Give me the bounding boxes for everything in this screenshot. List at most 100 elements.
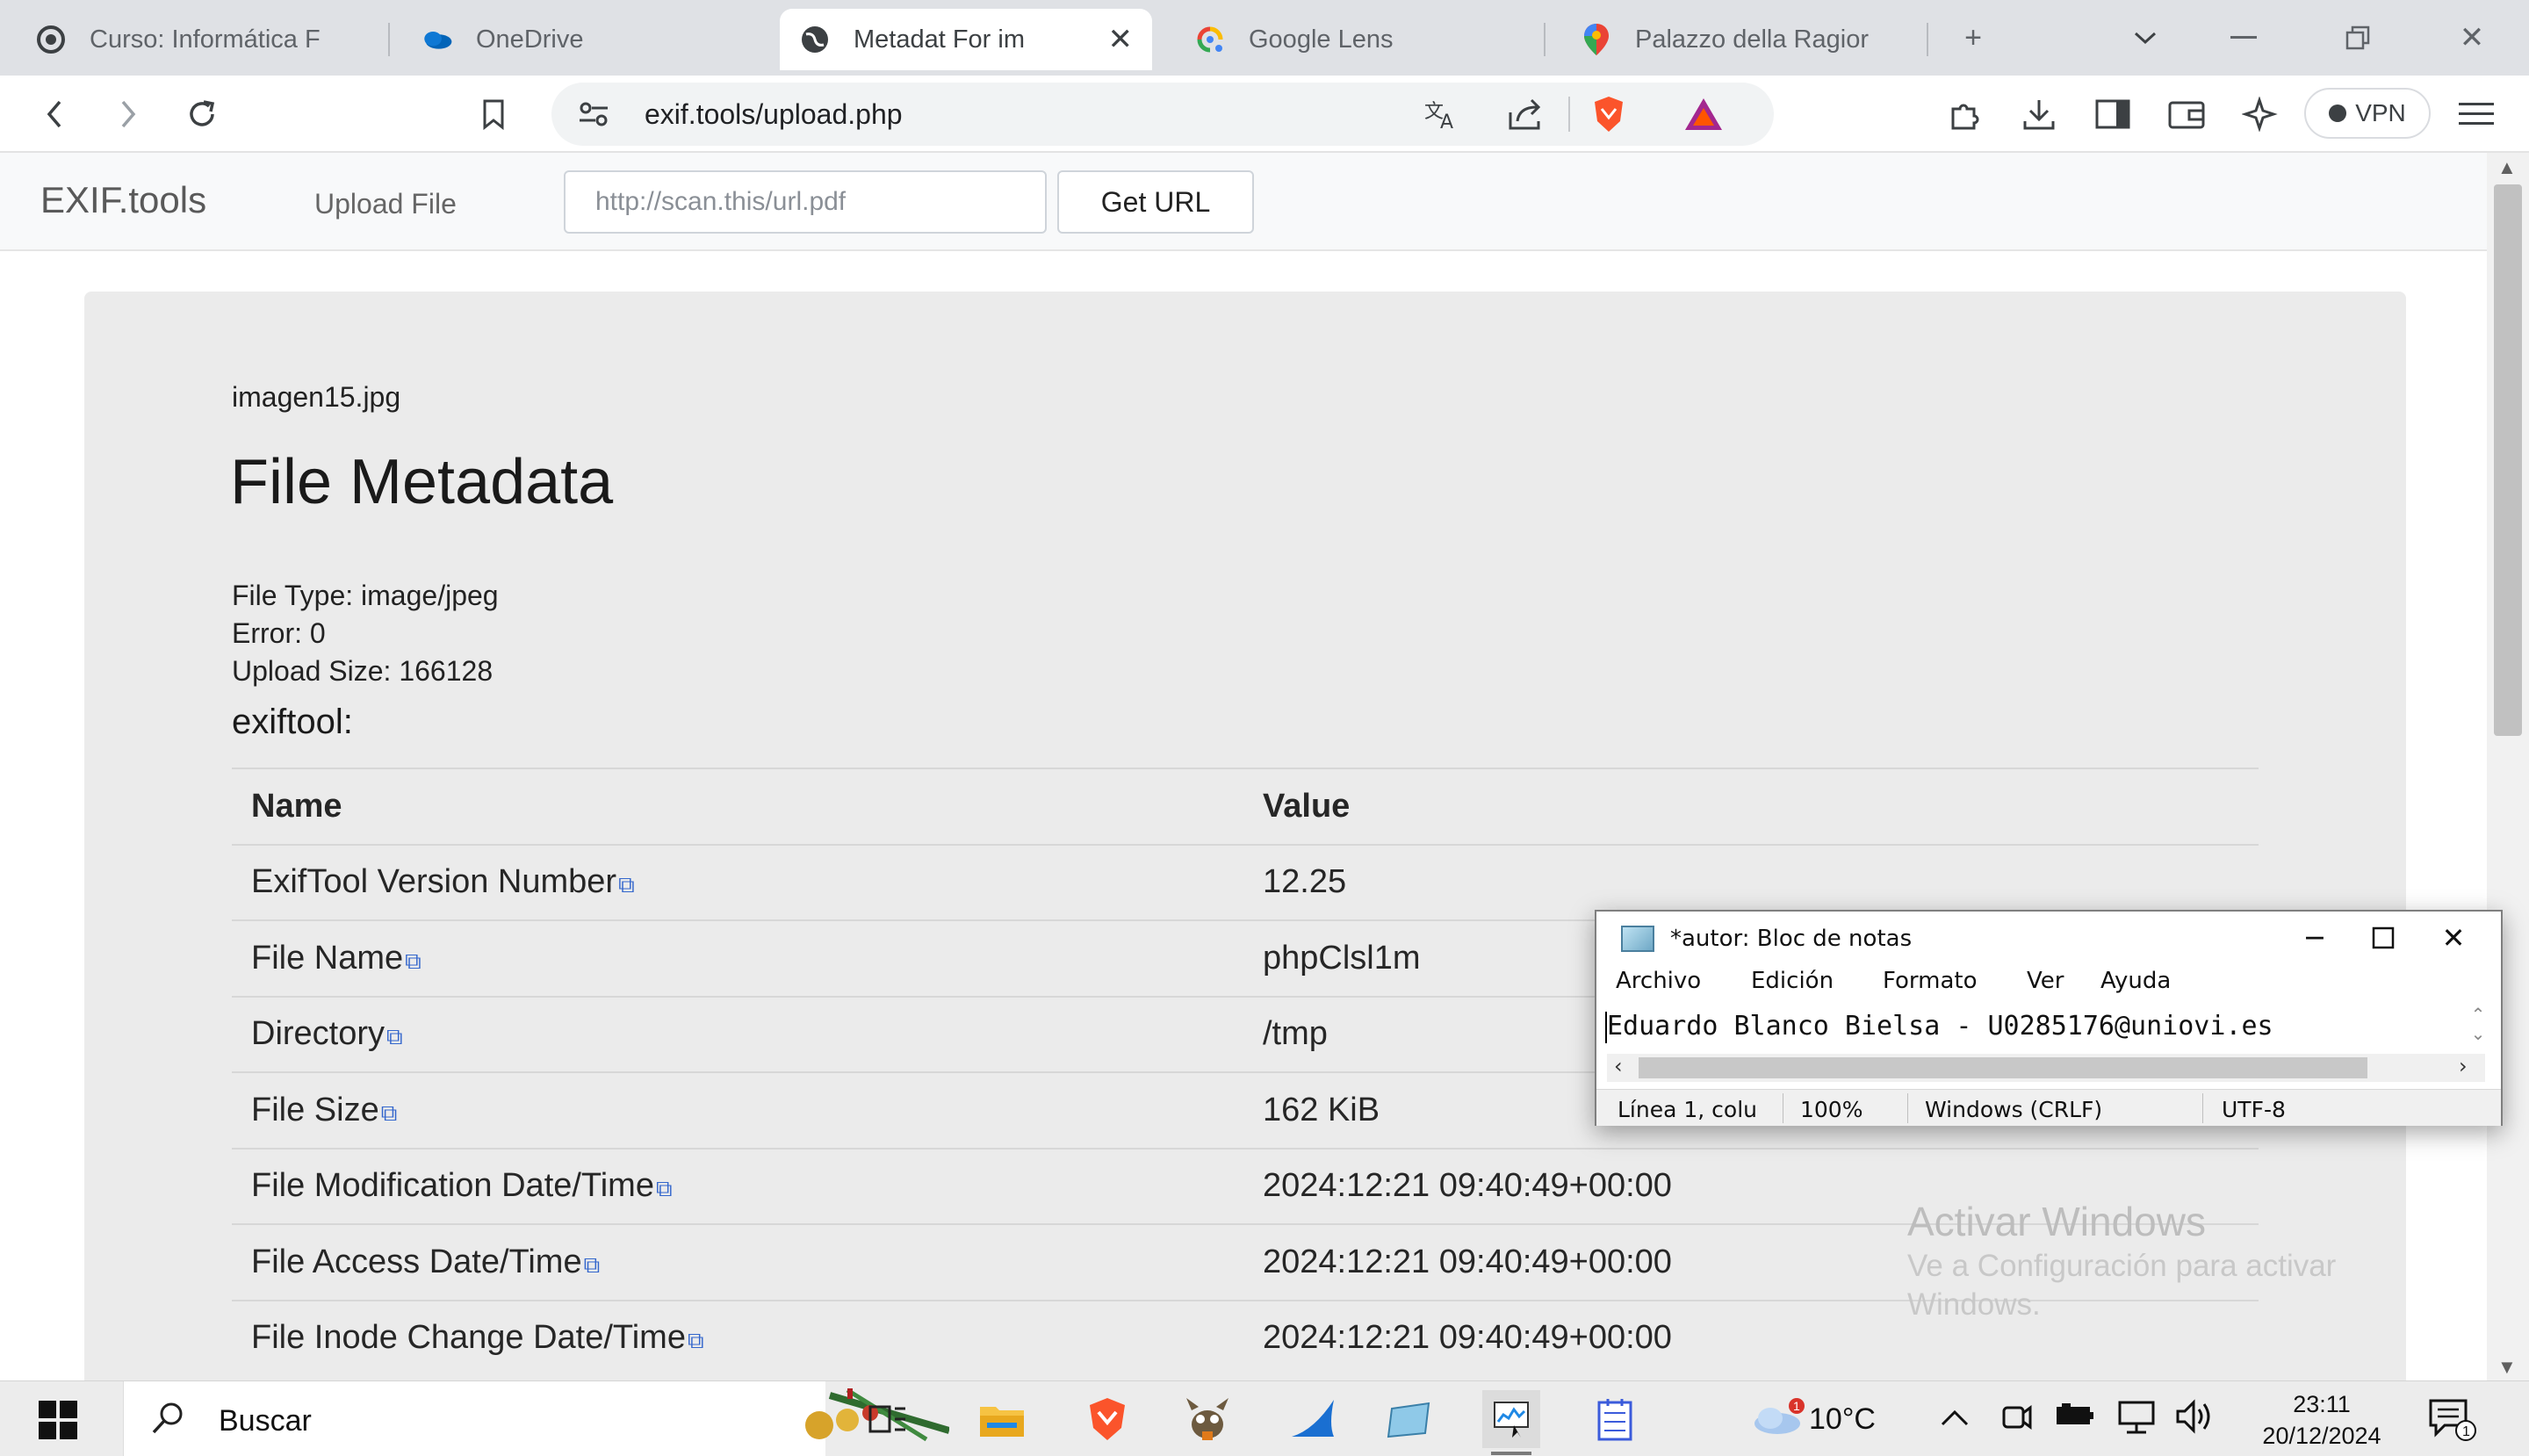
battery-icon[interactable] [2055,1399,2095,1436]
weather-cloud-icon[interactable]: 1 [1751,1397,1807,1436]
share-icon[interactable] [1505,93,1547,135]
gimp-icon[interactable] [1178,1390,1236,1448]
site-settings-icon[interactable] [573,93,615,135]
extensions-puzzle-icon[interactable] [1944,93,1986,135]
external-link-icon[interactable]: ⧉ [688,1327,704,1355]
external-link-icon[interactable]: ⧉ [405,948,422,976]
tab-google-lens[interactable]: Google Lens [1175,9,1526,70]
forward-arrow-icon[interactable] [107,93,149,135]
notebook-app-icon[interactable] [1586,1390,1644,1448]
tag-name: File Name⧉ [251,939,422,977]
notepad-minimize-icon[interactable]: ─ [2288,919,2341,957]
translate-icon[interactable]: 文A [1421,93,1463,135]
menu-ayuda[interactable]: Ayuda [2100,968,2171,994]
address-bar[interactable]: exif.tools/upload.php 文A [551,83,1774,146]
back-arrow-icon[interactable] [33,93,76,135]
meet-now-icon[interactable] [1999,1399,2034,1442]
external-link-icon[interactable]: ⧉ [656,1175,673,1203]
tab-search-chevron-icon[interactable] [2123,16,2167,60]
wireshark-fin-icon[interactable] [1284,1390,1342,1448]
omnibox-divider [1568,97,1570,132]
wallet-icon[interactable] [2165,93,2208,135]
hamburger-menu-icon[interactable] [2455,93,2497,135]
brave-browser-icon[interactable] [1078,1390,1136,1448]
temperature-text[interactable]: 10°C [1809,1402,1876,1437]
restore-window-icon[interactable] [2336,16,2380,60]
reload-icon[interactable] [181,93,223,135]
external-link-icon[interactable]: ⧉ [618,871,635,899]
windows-taskbar: Buscar 1 10°C 23:11 20/12/2024 1 [0,1380,2529,1456]
network-ethernet-icon[interactable] [2116,1399,2157,1442]
tag-value: 2024:12:21 09:40:49+00:00 [1263,1167,1672,1205]
vpn-label: VPN [2355,99,2406,126]
menu-formato[interactable]: Formato [1883,968,1978,994]
show-hidden-icons-chevron-icon[interactable] [1939,1399,1971,1436]
scan-url-input[interactable] [564,170,1047,234]
notepad-menubar: Archivo Edición Formato Ver Ayuda [1596,964,2501,1003]
notepad-close-icon[interactable]: ✕ [2427,919,2480,957]
new-tab-plus-icon[interactable]: + [1951,16,1995,60]
tab-metadata-active[interactable]: Metadat For im ✕ [780,9,1152,70]
sidebar-panel-icon[interactable] [2092,93,2134,135]
tag-name: File Access Date/Time⧉ [251,1243,601,1280]
scroll-up-arrow-icon[interactable]: ▲ [2497,156,2517,179]
download-icon[interactable] [2018,93,2060,135]
site-brand[interactable]: EXIF.tools [40,179,206,221]
notification-count: 1 [2462,1424,2470,1439]
file-explorer-icon[interactable] [973,1390,1031,1448]
get-url-button[interactable]: Get URL [1057,170,1254,234]
close-tab-icon[interactable]: ✕ [1099,22,1134,57]
onedrive-cloud-icon [422,24,453,55]
tab-maps[interactable]: Palazzo della Ragior [1561,9,1928,70]
file-type-line: File Type: image/jpeg [232,580,499,611]
external-link-icon[interactable]: ⧉ [381,1099,398,1128]
brave-shields-icon[interactable] [1588,93,1630,135]
notepad-text-area[interactable]: Eduardo Blanco Bielsa - U0285176@uniovi.… [1605,1005,2483,1049]
taskbar-clock[interactable]: 23:11 20/12/2024 [2236,1388,2408,1452]
tab-curso[interactable]: Curso: Informática F [16,9,385,70]
scroll-right-arrow-icon[interactable]: › [2459,1054,2468,1078]
vpn-status-icon [2329,105,2347,122]
menu-archivo[interactable]: Archivo [1616,968,1701,994]
windows-start-icon[interactable] [39,1401,77,1439]
notepad-vertical-scrollbar[interactable]: ⌃ ⌄ [2464,1005,2492,1049]
bookmark-icon[interactable] [472,93,515,135]
tab-separator [388,23,390,56]
url-text: exif.tools/upload.php [645,98,903,130]
tab-title: Google Lens [1249,25,1394,54]
tag-name: Directory⧉ [251,1015,403,1053]
tab-separator [1927,23,1928,56]
taskbar-search-box[interactable]: Buscar [123,1381,951,1456]
horizontal-scroll-thumb[interactable] [1639,1057,2367,1078]
close-window-icon[interactable]: ✕ [2450,16,2494,60]
leo-ai-icon[interactable] [2239,93,2281,135]
brave-rewards-triangle-icon[interactable] [1682,93,1725,135]
notepad-titlebar[interactable]: *autor: Bloc de notas ─ ✕ [1596,912,2501,964]
scroll-down-arrow-icon[interactable]: ▼ [2497,1356,2517,1379]
status-divider [2202,1093,2203,1123]
moodle-icon [35,24,67,55]
system-monitor-icon[interactable] [1482,1390,1540,1455]
upload-size-line: Upload Size: 166128 [232,655,494,687]
task-view-icon[interactable] [859,1390,917,1448]
volume-speaker-icon[interactable] [2174,1399,2215,1442]
scrollbar-thumb[interactable] [2494,184,2522,736]
notification-center-icon[interactable]: 1 [2427,1397,2476,1441]
page-scrollbar[interactable]: ▲ ▼ [2487,153,2529,1380]
browser-toolbar: exif.tools/upload.php 文A VPN [0,76,2529,153]
site-navbar: EXIF.tools Upload File Get URL [0,153,2487,251]
external-link-icon[interactable]: ⧉ [386,1023,403,1051]
tag-value: /tmp [1263,1015,1328,1053]
notepad-horizontal-scrollbar[interactable]: ‹ › [1607,1054,2485,1082]
menu-ver[interactable]: Ver [2027,968,2064,994]
external-link-icon[interactable]: ⧉ [584,1251,601,1279]
cursor-position: Línea 1, colu [1618,1097,1757,1122]
vpn-button[interactable]: VPN [2304,88,2431,139]
scroll-left-arrow-icon[interactable]: ‹ [1614,1054,1623,1078]
minimize-window-icon[interactable] [2222,16,2266,60]
notepad-taskbar-icon[interactable] [1380,1390,1438,1448]
menu-edicion[interactable]: Edición [1751,968,1834,994]
upload-file-link[interactable]: Upload File [314,188,457,220]
notepad-maximize-icon[interactable] [2357,919,2410,957]
tab-onedrive[interactable]: OneDrive [402,9,771,70]
